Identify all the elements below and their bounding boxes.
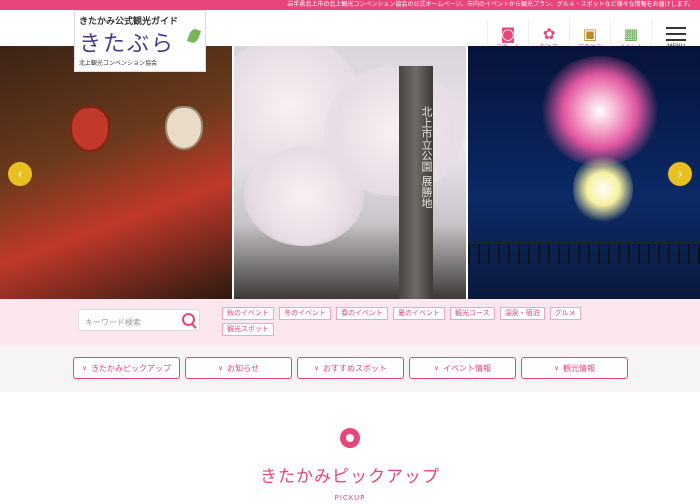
menu-news-button[interactable]: ∨ お知らせ [185,357,292,379]
chevron-down-icon: ∨ [81,364,88,372]
keyword-tags: 秋のイベント 冬のイベント 春のイベント 夏のイベント 観光コース 温泉・宿泊 … [222,307,602,336]
menu-spot-label: おすすめスポット [323,363,388,373]
flower-icon: ✿ [542,24,556,43]
search-area: 秋のイベント 冬のイベント 春のイベント 夏のイベント 観光コース 温泉・宿泊 … [0,299,700,346]
deer-mask-image [165,106,203,150]
pillar-inscription: 北上市立公園 展勝地 [420,106,433,209]
firework-gold [573,154,633,224]
hero-image-festival [0,46,232,299]
calendar-icon: ▦ [623,24,639,43]
menu-icon [666,26,686,41]
logo-name: きたぶら [79,32,176,57]
oni-mask-image [70,106,110,152]
menu-spot-button[interactable]: ∨ おすすめスポット [297,357,404,379]
chevron-down-icon: ∨ [433,364,440,372]
tag-summer-event[interactable]: 夏のイベント [393,307,445,320]
tag-spring-event[interactable]: 春のイベント [336,307,388,320]
search-input[interactable] [79,312,181,333]
menu-event-button[interactable]: ∨ イベント情報 [409,357,516,379]
tag-winter-event[interactable]: 冬のイベント [279,307,331,320]
section-menu: ∨ きたかみピックアップ ∨ お知らせ ∨ おすすめスポット ∨ イベント情報 … [0,346,700,392]
menu-news-label: お知らせ [227,363,259,373]
stone-pillar: 北上市立公園 展勝地 [399,66,433,299]
chevron-down-icon: ∨ [218,364,224,372]
tag-onsen[interactable]: 温泉・宿泊 [499,307,545,320]
search-box [78,309,200,333]
tag-tour-course[interactable]: 観光コース [450,307,495,320]
menu-pickup-button[interactable]: ∨ きたかみピックアップ [73,357,180,379]
menu-pickup-label: きたかみピックアップ [91,363,172,373]
blossom-icon [340,428,360,448]
pickup-subtitle: PICKUP [334,494,366,502]
leaf-icon [186,27,202,45]
bus-icon: ▣ [582,24,598,43]
firework-pink [540,56,660,166]
menu-info-label: 観光情報 [563,363,596,373]
top-announcement-bar: 岩手県北上市の北上観光コンベンション協会の公式ホームページ。市内のイベントから観… [0,0,700,10]
tag-autumn-event[interactable]: 秋のイベント [222,307,274,320]
tag-spot[interactable]: 観光スポット [222,323,274,336]
bridge-silhouette [468,242,700,264]
hero-image-cherry-blossom: 北上市立公園 展勝地 [234,46,466,299]
slider-next-button[interactable]: › [668,162,692,186]
logo-footer: 北上観光コンベンション協会 [79,60,158,67]
chevron-down-icon: ∨ [313,364,320,372]
hero-image-fireworks [468,46,700,299]
tag-gourmet[interactable]: グルメ [549,307,581,320]
search-icon[interactable] [182,313,195,326]
menu-info-button[interactable]: ∨ 観光情報 [521,357,628,379]
pickup-title: きたかみピックアップ [260,467,440,487]
menu-event-label: イベント情報 [443,363,492,373]
chevron-down-icon: ∨ [553,364,560,372]
slider-prev-button[interactable]: ‹ [8,162,32,186]
site-logo[interactable]: きたかみ公式観光ガイド きたぶら 北上観光コンベンション協会 [74,10,206,72]
hero-slider: 北上市立公園 展勝地 [0,46,700,299]
camera-icon: ◙ [500,24,516,43]
